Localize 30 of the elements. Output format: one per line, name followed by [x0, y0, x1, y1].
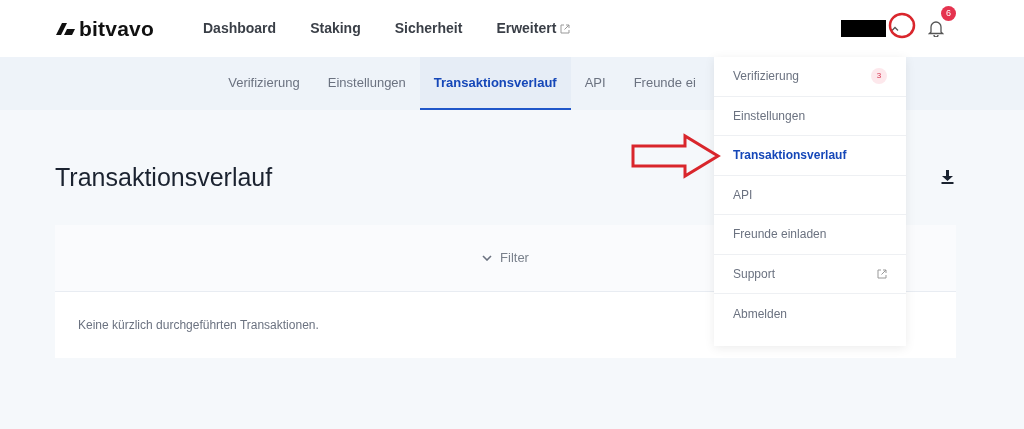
brand-name: bitvavo	[79, 15, 154, 42]
nav-link[interactable]: Staking	[310, 18, 361, 39]
menu-item[interactable]: Abmelden	[714, 294, 906, 334]
menu-item[interactable]: Transaktionsverlauf	[714, 136, 906, 176]
menu-item[interactable]: Einstellungen	[714, 96, 906, 136]
download-icon[interactable]	[941, 170, 954, 184]
count-badge: 3	[871, 68, 887, 85]
filter-toggle[interactable]: Filter	[476, 247, 535, 269]
bell-icon[interactable]	[928, 20, 944, 37]
tab[interactable]: Verifizierung	[214, 57, 314, 110]
tab[interactable]: Freunde ei	[619, 57, 710, 110]
menu-item[interactable]: Support	[714, 254, 906, 294]
redaction-bar	[841, 20, 886, 37]
nav-link[interactable]: Dashboard	[203, 18, 277, 39]
menu-item[interactable]: Freunde einladen	[714, 215, 906, 255]
chevron-up-icon	[891, 26, 899, 31]
nav-link[interactable]: Erweitert	[496, 18, 571, 39]
menu-item[interactable]: Verifizierung 3	[714, 57, 906, 97]
external-link-icon	[560, 23, 571, 34]
tab[interactable]: API	[570, 57, 620, 110]
annotation-circle	[888, 12, 916, 39]
page-title: Transaktionsverlauf	[55, 162, 273, 192]
external-link-icon	[877, 268, 887, 279]
chevron-down-icon	[482, 255, 493, 261]
menu-item[interactable]: API	[714, 175, 906, 215]
empty-message: Keine kürzlich durchgeführten Transaktionen.	[78, 317, 319, 334]
nav-link[interactable]: Sicherheit	[394, 18, 463, 39]
logo-icon	[56, 22, 75, 35]
tab[interactable]: Transaktionsverlauf	[419, 57, 571, 110]
tab[interactable]: Einstellungen	[313, 57, 420, 110]
